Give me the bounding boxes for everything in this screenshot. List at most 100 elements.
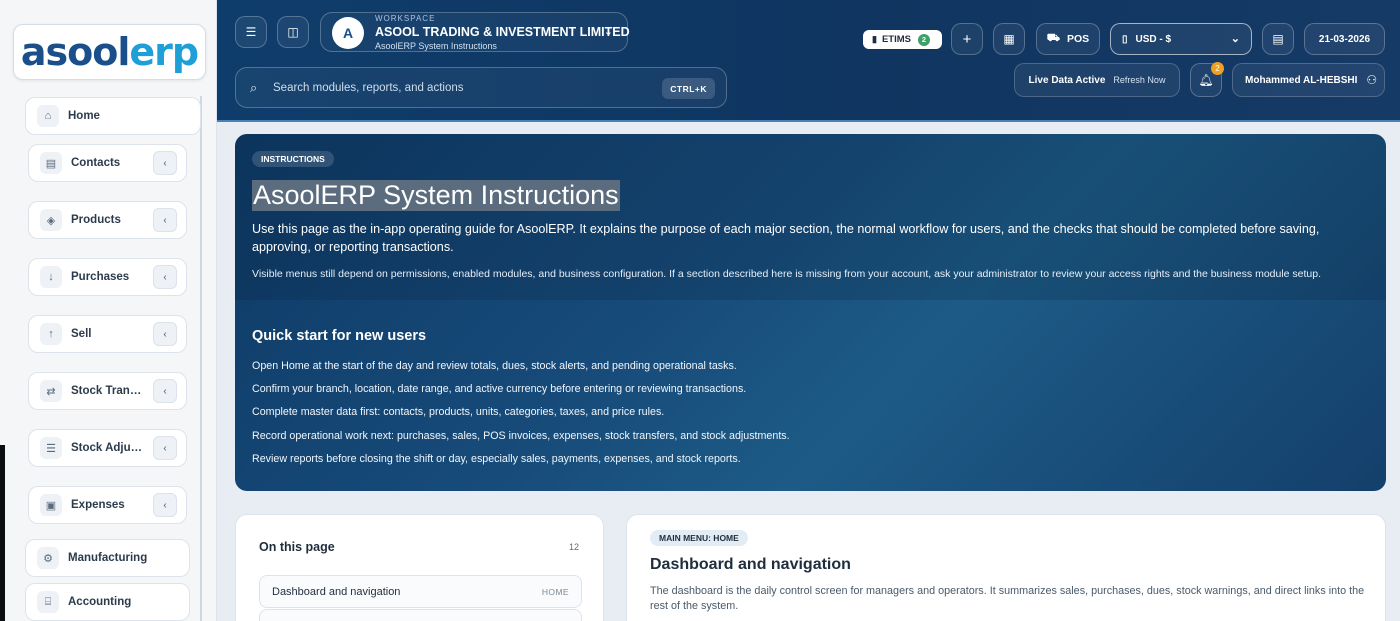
quick-start-title: Quick start for new users <box>252 328 427 344</box>
sidebar-item-home[interactable]: ⌂ Home <box>25 97 201 135</box>
menu-toggle-button[interactable]: ☰ <box>235 16 267 48</box>
date-display[interactable]: 21-03-2026 <box>1304 23 1385 55</box>
cart-icon: ⛟ <box>1046 32 1061 44</box>
section-card: MAIN MENU: HOME Dashboard and navigation… <box>626 514 1386 621</box>
quick-start-item: Record operational work next: purchases,… <box>252 430 790 442</box>
top-bar-divider <box>217 120 1400 122</box>
sidebar-item-contacts[interactable]: ▤ Contacts ‹ <box>28 144 187 182</box>
logo-text-secondary: erp <box>129 30 199 74</box>
quick-start-item: Open Home at the start of the day and re… <box>252 360 737 372</box>
sidebar-item-label: Products <box>71 214 121 226</box>
bell-icon: 🔔︎ <box>1198 73 1214 87</box>
live-data-status: Live Data Active Refresh Now <box>1014 63 1180 97</box>
quick-start-item: Complete master data first: contacts, pr… <box>252 406 665 418</box>
chevron-left-icon[interactable]: ‹ <box>153 208 177 232</box>
chevron-down-icon: ⌄ <box>1230 33 1240 45</box>
sidebar-item-sell[interactable]: ↑ Sell ‹ <box>28 315 187 353</box>
sidebar-toggle-button[interactable]: ◫ <box>277 16 309 48</box>
sidebar-item-label: Manufacturing <box>68 552 148 564</box>
sidebar-item-expenses[interactable]: ▣ Expenses ‹ <box>28 486 187 524</box>
refresh-now-link[interactable]: Refresh Now <box>1113 75 1165 85</box>
user-menu[interactable]: Mohammed AL-HEBSHI ⚇ <box>1232 63 1385 97</box>
sidebar-item-label: Purchases <box>71 271 130 283</box>
toc-item-tag: HOME <box>541 587 569 597</box>
brand-logo[interactable]: asoolerp <box>13 24 206 80</box>
chevron-left-icon[interactable]: ‹ <box>153 436 177 460</box>
chevron-left-icon[interactable]: ‹ <box>153 265 177 289</box>
quick-start-item: Confirm your branch, location, date rang… <box>252 383 747 395</box>
pos-label: POS <box>1067 33 1090 45</box>
date-value: 21-03-2026 <box>1318 33 1371 45</box>
hero-note: Visible menus still depend on permission… <box>252 268 1322 280</box>
sidebar-item-label: Expenses <box>71 499 125 511</box>
manufacturing-icon: ⚙ <box>37 547 59 569</box>
sidebar-item-stock-transfers[interactable]: ⇄ Stock Transfers ‹ <box>28 372 187 410</box>
etims-icon: ▮ <box>872 34 877 44</box>
sidebar-item-label: Stock Adjustment <box>71 442 143 454</box>
currency-select[interactable]: ▯ USD - $ ⌄ <box>1110 23 1252 55</box>
user-icon: ⚇ <box>1366 73 1378 87</box>
currency-icon: ▯ <box>1122 33 1128 45</box>
document-button[interactable]: ▤ <box>1262 23 1294 55</box>
sidebar-item-stock-adjustment[interactable]: ☰ Stock Adjustment ‹ <box>28 429 187 467</box>
calculator-button[interactable]: ▦ <box>993 23 1025 55</box>
hamburger-icon: ☰ <box>245 25 257 39</box>
adjustment-icon: ☰ <box>40 437 62 459</box>
search-icon: ⌕ <box>250 80 258 95</box>
sidebar-item-label: Home <box>68 110 100 122</box>
contacts-icon: ▤ <box>40 152 62 174</box>
toc-item[interactable]: Dashboard and navigation HOME <box>259 575 582 608</box>
sidebar-item-purchases[interactable]: ↓ Purchases ‹ <box>28 258 187 296</box>
add-button[interactable]: + <box>951 23 983 55</box>
section-title: Dashboard and navigation <box>650 556 851 573</box>
chevron-down-icon: ⌄ <box>603 26 613 38</box>
logo-text-primary: asool <box>20 30 130 74</box>
purchases-icon: ↓ <box>40 266 62 288</box>
chevron-left-icon[interactable]: ‹ <box>153 379 177 403</box>
chevron-left-icon[interactable]: ‹ <box>153 322 177 346</box>
page-title: AsoolERP System Instructions <box>252 180 620 211</box>
instructions-pill: INSTRUCTIONS <box>252 151 334 167</box>
on-this-page-card: On this page 12 Dashboard and navigation… <box>235 514 604 621</box>
etims-button[interactable]: ▮ ETIMS 2 <box>863 30 942 49</box>
products-icon: ◈ <box>40 209 62 231</box>
sidebar-item-label: Stock Transfers <box>71 385 146 397</box>
workspace-subtitle: AsoolERP System Instructions <box>375 41 497 51</box>
sidebar-nav[interactable]: ⌂ Home ▤ Contacts ‹ ◈ Products ‹ ↓ Purch… <box>14 96 202 621</box>
user-name: Mohammed AL-HEBSHI <box>1245 74 1358 86</box>
sidebar-item-manufacturing[interactable]: ⚙ Manufacturing <box>25 539 190 577</box>
sidebar-item-label: Sell <box>71 328 92 340</box>
on-this-page-title: On this page <box>259 540 335 554</box>
etims-count-badge: 2 <box>917 33 930 46</box>
hero-description: Use this page as the in-app operating gu… <box>252 222 1320 254</box>
sidebar-item-label: Contacts <box>71 157 121 169</box>
workspace-caption: WORKSPACE <box>375 14 436 23</box>
sell-icon: ↑ <box>40 323 62 345</box>
notification-count-badge: 2 <box>1211 62 1224 75</box>
window-edge <box>0 445 5 621</box>
section-count: 12 <box>568 542 579 552</box>
toc-item[interactable] <box>259 609 582 621</box>
chevron-left-icon[interactable]: ‹ <box>153 151 177 175</box>
pos-button[interactable]: ⛟ POS <box>1036 23 1100 55</box>
toc-item-label: Dashboard and navigation <box>272 586 401 598</box>
sidebar-item-label: Accounting <box>68 596 132 608</box>
workspace-selector[interactable]: A WORKSPACE ASOOL TRADING & INVESTMENT L… <box>320 12 630 52</box>
etims-label: ETIMS <box>881 34 911 45</box>
currency-value: USD - $ <box>1135 33 1172 45</box>
instructions-hero: INSTRUCTIONS AsoolERP System Instruction… <box>235 134 1386 491</box>
live-status-label: Live Data Active <box>1028 74 1106 86</box>
search-input[interactable]: ⌕ Search modules, reports, and actions C… <box>235 67 727 108</box>
transfer-icon: ⇄ <box>40 380 62 402</box>
section-body: The dashboard is the daily control scree… <box>650 585 1365 612</box>
home-icon: ⌂ <box>37 105 59 127</box>
section-menu-pill: MAIN MENU: HOME <box>650 530 748 546</box>
sidebar-item-products[interactable]: ◈ Products ‹ <box>28 201 187 239</box>
panel-icon: ◫ <box>287 25 299 39</box>
chevron-left-icon[interactable]: ‹ <box>153 493 177 517</box>
document-icon: ▤ <box>1272 32 1284 46</box>
sidebar-item-accounting[interactable]: ⌸ Accounting <box>25 583 190 621</box>
workspace-name: ASOOL TRADING & INVESTMENT LIMITED <box>375 25 630 39</box>
shortcut-badge: CTRL+K <box>662 78 715 99</box>
quick-start-item: Review reports before closing the shift … <box>252 453 741 465</box>
